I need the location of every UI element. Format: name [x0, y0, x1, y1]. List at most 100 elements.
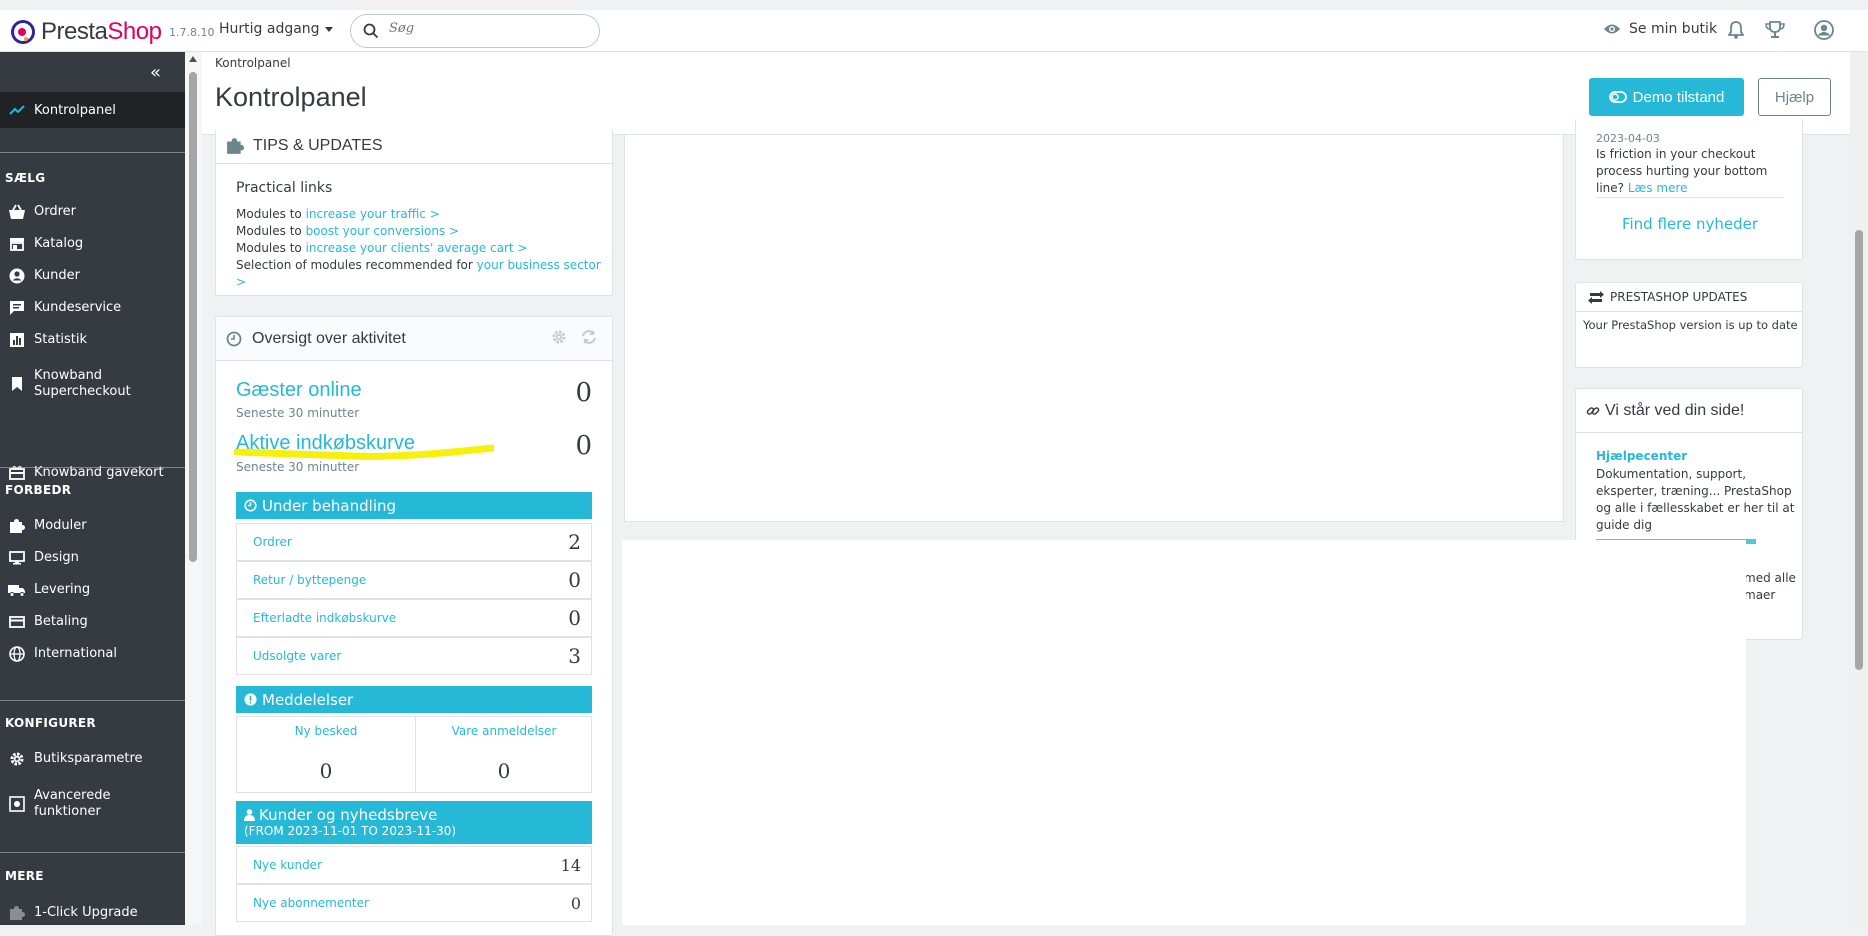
- active-carts-subtitle: Seneste 30 minutter: [236, 460, 360, 474]
- divider: [0, 467, 185, 468]
- sidebar-item-1-click-upgrade[interactable]: 1-Click Upgrade: [0, 897, 185, 929]
- clock-icon: [226, 331, 242, 346]
- table-row[interactable]: Nye kunder 14: [236, 846, 592, 884]
- page-title: Kontrolpanel: [215, 82, 367, 112]
- sidebar-item-advanced-parameters[interactable]: Avancerede funktioner: [0, 784, 185, 824]
- divider: [0, 700, 185, 701]
- search-box[interactable]: [350, 14, 600, 48]
- sidebar-item-statistics[interactable]: Statistik: [0, 324, 185, 356]
- notifications-section-header: Meddelelser: [236, 686, 592, 713]
- version-label: 1.7.8.10: [169, 26, 215, 39]
- monitor-icon: [9, 551, 25, 565]
- caret-down-icon: [324, 26, 333, 32]
- globe-icon: [9, 646, 25, 662]
- sidebar-item-payment[interactable]: Betaling: [0, 606, 185, 638]
- prestashop-logo[interactable]: PrestaShop: [11, 18, 162, 46]
- customers-section-header: Kunder og nyhedsbreve (FROM 2023-11-01 T…: [236, 801, 592, 844]
- dashboard-chart-panel: [624, 118, 1564, 522]
- news-panel: 2023-04-03 Is friction in your checkout …: [1575, 118, 1803, 260]
- bell-icon[interactable]: [1728, 21, 1744, 39]
- user-account-icon[interactable]: [1814, 20, 1834, 40]
- tips-link-row: Selection of modules recommended for you…: [236, 258, 601, 289]
- page-scrollbar-thumb[interactable]: [1855, 230, 1863, 670]
- trophy-icon[interactable]: [1765, 21, 1785, 39]
- partial-text: med alle maer: [1744, 571, 1796, 602]
- updates-status-text: Your PrestaShop version is up to date: [1583, 318, 1798, 332]
- alert-icon: [244, 693, 257, 706]
- gear-icon[interactable]: [551, 329, 567, 345]
- toggle-icon: [1608, 91, 1627, 103]
- link-icon: [1586, 406, 1600, 415]
- tips-links: Modules to increase your traffic > Modul…: [236, 206, 612, 291]
- guests-online-value: 0: [575, 378, 592, 408]
- trending-up-icon: [9, 105, 25, 115]
- active-carts-value: 0: [575, 431, 592, 461]
- divider: [0, 152, 185, 153]
- product-reviews-link[interactable]: Vare anmeldelser: [415, 724, 593, 738]
- clock-icon: [244, 499, 257, 512]
- section-configure: KONFIGURER: [5, 716, 96, 730]
- sidebar-item-customers[interactable]: Kunder: [0, 260, 185, 292]
- pending-section-header: Under behandling: [236, 492, 592, 519]
- prestashop-logo-icon: [11, 20, 35, 44]
- help-button[interactable]: Hjælp: [1758, 78, 1831, 116]
- credit-card-icon: [9, 616, 25, 628]
- notifications-grid: Ny besked 0 Vare anmeldelser 0: [236, 716, 592, 793]
- section-sell: SÆLG: [5, 171, 46, 185]
- average-cart-link[interactable]: increase your clients' average cart >: [306, 241, 528, 255]
- guests-online-link[interactable]: Gæster online: [236, 379, 362, 402]
- sidebar-item-design[interactable]: Design: [0, 542, 185, 574]
- sidebar-item-shop-parameters[interactable]: Butiksparametre: [0, 743, 185, 775]
- sidebar-item-catalog[interactable]: Katalog: [0, 228, 185, 260]
- news-date: 2023-04-03: [1596, 132, 1660, 145]
- sidebar-scrollbar[interactable]: [185, 52, 202, 925]
- activity-overview-panel: Oversigt over aktivitet Gæster online Se…: [215, 316, 613, 936]
- guests-online-subtitle: Seneste 30 minutter: [236, 406, 360, 420]
- help-center-text: Dokumentation, support, eksperter, træni…: [1596, 467, 1795, 532]
- search-input[interactable]: [389, 21, 589, 36]
- page-scrollbar[interactable]: [1850, 52, 1868, 925]
- tips-link-row: Modules to increase your traffic >: [236, 207, 440, 221]
- scrollbar-thumb[interactable]: [189, 72, 197, 562]
- refresh-icon[interactable]: [580, 329, 598, 345]
- new-messages-link[interactable]: Ny besked: [237, 724, 415, 738]
- demo-mode-button[interactable]: Demo tilstand: [1589, 78, 1744, 116]
- table-row[interactable]: Ordrer 2: [236, 523, 592, 561]
- bar-chart-icon: [10, 333, 24, 347]
- section-improve: FORBEDR: [5, 483, 72, 497]
- read-more-link[interactable]: Læs mere: [1628, 181, 1688, 195]
- traffic-link[interactable]: increase your traffic >: [306, 207, 440, 221]
- view-shop-link[interactable]: Se min butik: [1603, 21, 1717, 37]
- store-icon: [10, 238, 24, 251]
- tips-link-row: Modules to boost your conversions >: [236, 224, 460, 238]
- active-carts-link[interactable]: Aktive indkøbskurve: [236, 432, 415, 455]
- sidebar-item-shipping[interactable]: Levering: [0, 574, 185, 606]
- gift-card-icon: [9, 466, 25, 480]
- product-reviews-value: 0: [497, 759, 511, 783]
- sidebar-item-international[interactable]: International: [0, 638, 185, 670]
- sidebar-item-orders[interactable]: Ordrer: [0, 196, 185, 228]
- sidebar-item-customer-service[interactable]: Kundeservice: [0, 292, 185, 324]
- search-icon: [363, 23, 379, 39]
- news-text: Is friction in your checkout process hur…: [1596, 147, 1768, 195]
- scroll-up-arrow-icon[interactable]: [189, 56, 197, 62]
- table-row[interactable]: Nye abonnementer 0: [236, 884, 592, 922]
- sidebar-item-knowband-supercheckout[interactable]: Knowband Supercheckout: [0, 364, 185, 404]
- quick-access-dropdown[interactable]: Hurtig adgang: [219, 21, 333, 37]
- collapse-sidebar-icon[interactable]: «: [150, 62, 161, 83]
- chat-icon: [10, 301, 24, 315]
- help-center-link[interactable]: Hjælpecenter: [1596, 449, 1687, 463]
- basket-icon: [9, 204, 25, 219]
- user-icon: [244, 809, 255, 821]
- conversions-link[interactable]: boost your conversions >: [306, 224, 460, 238]
- table-row[interactable]: Retur / byttepenge 0: [236, 561, 592, 599]
- sidebar-item-kontrolpanel[interactable]: Kontrolpanel: [0, 92, 185, 128]
- divider: [0, 852, 185, 853]
- customer-icon: [9, 268, 25, 284]
- table-row[interactable]: Efterladte indkøbskurve 0: [236, 599, 592, 637]
- tips-subtitle: Practical links: [236, 180, 333, 196]
- table-row[interactable]: Udsolgte varer 3: [236, 637, 592, 675]
- find-more-news-link[interactable]: Find flere nyheder: [1576, 215, 1804, 233]
- sidebar-item-modules[interactable]: Moduler: [0, 510, 185, 542]
- breadcrumb[interactable]: Kontrolpanel: [215, 56, 291, 70]
